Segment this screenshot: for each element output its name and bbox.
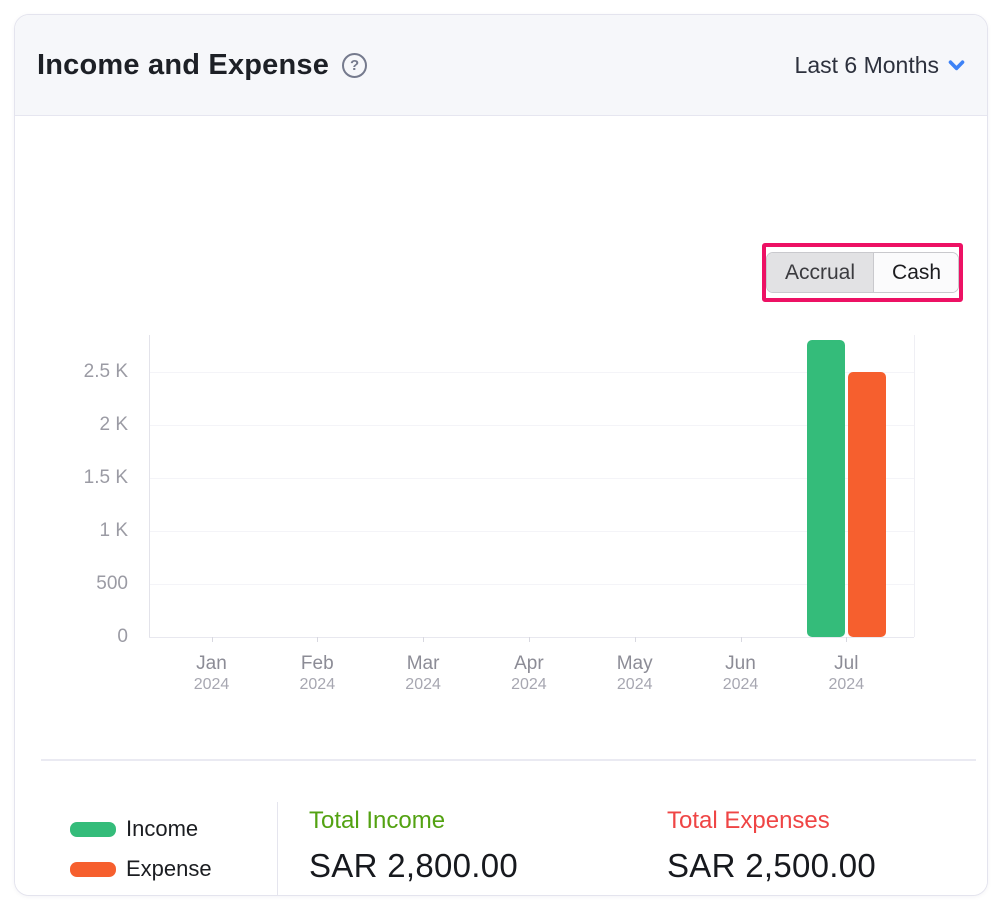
x-axis-tick <box>212 637 213 642</box>
x-axis-label: May2024 <box>580 652 690 694</box>
page-title: Income and Expense <box>37 49 329 82</box>
date-range-value: Last 6 Months <box>795 52 939 79</box>
gridline <box>149 478 914 479</box>
x-axis-label: Mar2024 <box>368 652 478 694</box>
x-axis-label: Jun2024 <box>686 652 796 694</box>
total-expenses-label: Total Expenses <box>667 807 876 835</box>
x-axis-label: Jan2024 <box>157 652 267 694</box>
expense-bar[interactable] <box>848 372 886 637</box>
y-axis-tick-label: 500 <box>48 573 128 595</box>
plot-right-border <box>914 335 915 637</box>
gridline <box>149 372 914 373</box>
total-expenses-block: Total Expenses SAR 2,500.00 <box>667 807 876 885</box>
x-axis-tick <box>741 637 742 642</box>
y-axis-line <box>149 335 150 637</box>
x-axis-tick <box>529 637 530 642</box>
widget-header: Income and Expense ? Last 6 Months <box>15 15 987 116</box>
legend-totals-divider <box>277 802 278 896</box>
income-swatch <box>70 822 116 837</box>
legend-label-income: Income <box>126 816 198 842</box>
gridline <box>149 637 914 638</box>
x-axis-tick <box>846 637 847 642</box>
bar-chart: 0 500 1 K 1.5 K 2 K 2.5 K Jan2024Feb2024Mar202… <box>15 116 988 756</box>
y-axis-tick-label: 0 <box>48 626 128 648</box>
income-bar[interactable] <box>807 340 845 637</box>
total-expenses-value: SAR 2,500.00 <box>667 847 876 885</box>
expense-swatch <box>70 862 116 877</box>
x-axis-tick <box>317 637 318 642</box>
x-axis-tick <box>423 637 424 642</box>
total-income-label: Total Income <box>309 807 518 835</box>
legend-item-expense: Expense <box>70 856 212 882</box>
income-expense-widget: Income and Expense ? Last 6 Months Accru… <box>14 14 988 896</box>
help-icon[interactable]: ? <box>342 53 367 78</box>
total-income-value: SAR 2,800.00 <box>309 847 518 885</box>
chart-legend: Income Expense <box>70 816 212 896</box>
y-axis-tick-label: 2.5 K <box>48 361 128 383</box>
legend-label-expense: Expense <box>126 856 212 882</box>
y-axis-tick-label: 1.5 K <box>48 467 128 489</box>
y-axis-tick-label: 1 K <box>48 520 128 542</box>
widget-body: Accrual Cash 05001 K1.5 K2 K2.5 KJan2024… <box>15 116 987 896</box>
total-income-block: Total Income SAR 2,800.00 <box>309 807 518 885</box>
chevron-down-icon <box>948 59 965 72</box>
gridline <box>149 425 914 426</box>
section-divider <box>41 759 976 761</box>
gridline <box>149 531 914 532</box>
x-axis-tick <box>635 637 636 642</box>
gridline <box>149 584 914 585</box>
x-axis-label: Jul2024 <box>791 652 901 694</box>
x-axis-label: Feb2024 <box>262 652 372 694</box>
y-axis-tick-label: 2 K <box>48 414 128 436</box>
legend-item-income: Income <box>70 816 212 842</box>
date-range-dropdown[interactable]: Last 6 Months <box>795 52 965 79</box>
x-axis-label: Apr2024 <box>474 652 584 694</box>
